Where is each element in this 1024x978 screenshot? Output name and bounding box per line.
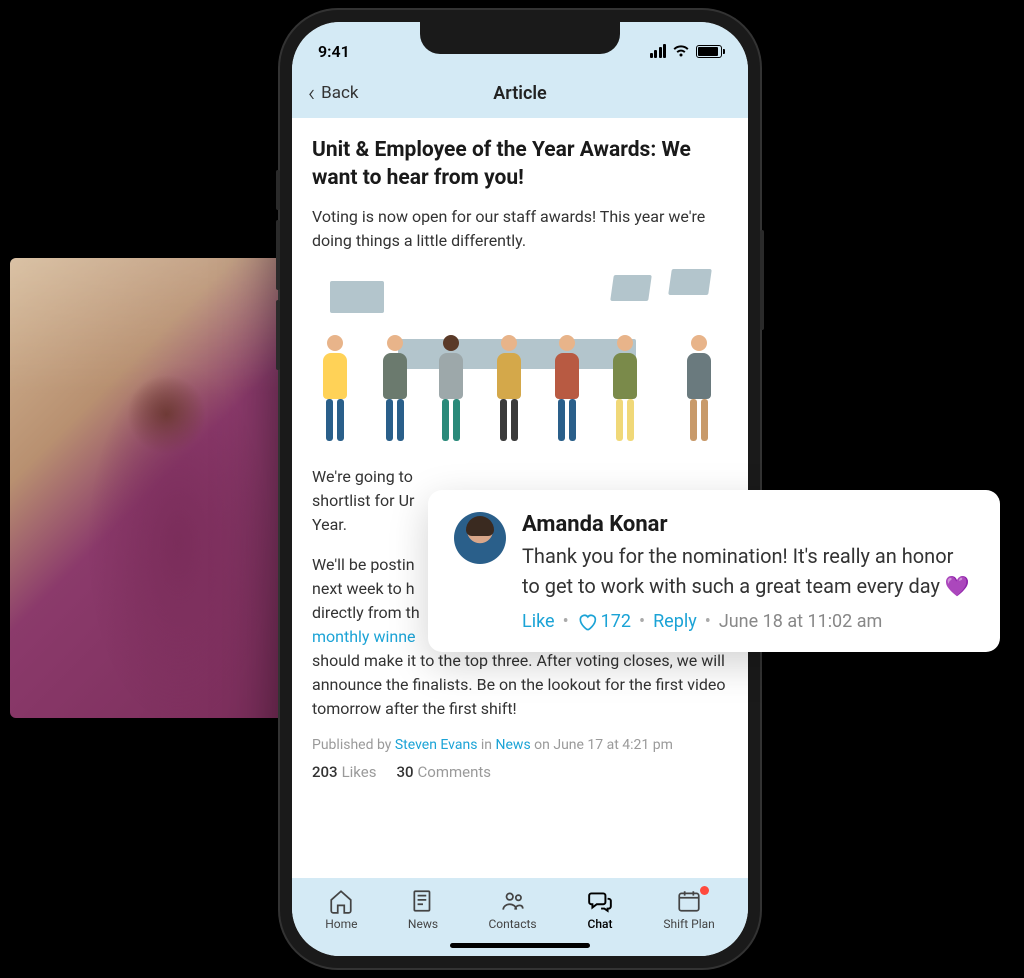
heart-icon xyxy=(577,612,597,632)
volume-button xyxy=(276,220,280,290)
back-button[interactable]: ‹ Back xyxy=(308,81,359,105)
comments-stat[interactable]: 30Comments xyxy=(396,763,491,781)
status-time: 9:41 xyxy=(318,42,350,61)
phone-frame: 9:41 ‹ Back Article Unit & Employee of t… xyxy=(280,10,760,968)
author-link[interactable]: Steven Evans xyxy=(395,737,478,753)
tab-chat[interactable]: Chat xyxy=(587,888,613,931)
signal-icon xyxy=(650,44,667,58)
tab-news[interactable]: News xyxy=(408,888,438,931)
battery-icon xyxy=(696,45,722,58)
publish-meta: Published by Steven Evans in News on Jun… xyxy=(312,737,728,753)
article-intro: Voting is now open for our staff awards!… xyxy=(312,205,728,253)
comment-card: Amanda Konar Thank you for the nominatio… xyxy=(428,490,1000,652)
chevron-left-icon: ‹ xyxy=(308,81,315,105)
comment-author[interactable]: Amanda Konar xyxy=(522,512,974,537)
page-title: Article xyxy=(493,83,546,104)
news-icon xyxy=(410,888,436,914)
notification-dot xyxy=(700,886,709,895)
tab-shift-plan[interactable]: Shift Plan xyxy=(663,888,714,931)
power-button xyxy=(760,230,764,330)
comment-meta: Like • 172 • Reply • June 18 at 11:02 am xyxy=(522,611,974,632)
tab-bar: Home News Contacts Chat Shift Plan xyxy=(292,878,748,956)
tab-contacts[interactable]: Contacts xyxy=(488,888,536,931)
channel-link[interactable]: News xyxy=(496,737,531,753)
tab-home[interactable]: Home xyxy=(325,888,357,931)
article-stats: 203Likes 30Comments xyxy=(312,763,728,781)
home-indicator[interactable] xyxy=(450,943,590,948)
background-photo xyxy=(10,258,300,718)
article-illustration xyxy=(312,267,728,447)
like-count[interactable]: 172 xyxy=(577,611,631,632)
contacts-icon xyxy=(500,888,526,914)
phone-notch xyxy=(420,22,620,54)
calendar-icon xyxy=(676,888,702,914)
like-button[interactable]: Like xyxy=(522,611,555,632)
back-label: Back xyxy=(321,83,358,103)
home-icon xyxy=(328,888,354,914)
volume-button xyxy=(276,170,280,210)
comment-text: Thank you for the nomination! It's reall… xyxy=(522,541,974,601)
nav-header: ‹ Back Article xyxy=(292,68,748,118)
article-headline: Unit & Employee of the Year Awards: We w… xyxy=(312,136,728,193)
comment-timestamp: June 18 at 11:02 am xyxy=(719,611,883,632)
wifi-icon xyxy=(672,44,690,58)
volume-button xyxy=(276,300,280,370)
chat-icon xyxy=(587,888,613,914)
monthly-winners-link[interactable]: monthly winne xyxy=(312,627,416,646)
avatar[interactable] xyxy=(454,512,506,564)
reply-button[interactable]: Reply xyxy=(653,611,697,632)
likes-stat[interactable]: 203Likes xyxy=(312,763,376,781)
